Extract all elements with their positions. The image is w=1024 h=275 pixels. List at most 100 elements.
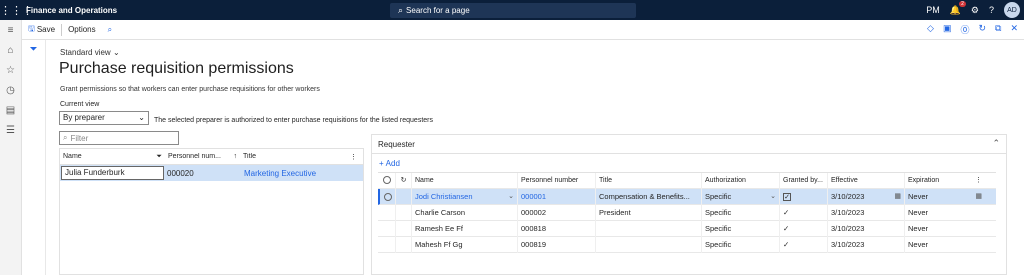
column-header-expiration[interactable]: Expiration ⋮ (905, 173, 985, 189)
home-icon[interactable]: ⌂ (0, 40, 21, 60)
current-view-note: The selected preparer is authorized to e… (154, 117, 433, 124)
name-cell[interactable]: Jodi Christiansen ⌄ (412, 188, 518, 205)
row-select-radio[interactable] (380, 188, 396, 205)
chevron-down-icon: ⌄ (138, 113, 145, 122)
personnel-cell[interactable]: 000819 (518, 236, 596, 253)
open-new-window-icon[interactable]: ⧉ (995, 23, 1001, 36)
page-title: Purchase requisition permissions (59, 60, 294, 77)
options-tab[interactable]: Options (62, 20, 102, 40)
title-cell: Compensation & Benefits... (596, 188, 702, 205)
modules-icon[interactable]: ☰ (0, 120, 21, 140)
save-icon: 🖫 (28, 23, 35, 33)
title-cell[interactable]: Marketing Executive (241, 169, 361, 178)
refresh-icon[interactable]: ↻ (396, 172, 412, 189)
authorization-cell[interactable]: Specific (702, 204, 780, 221)
calendar-icon: ▦ (975, 192, 982, 200)
name-cell[interactable]: Ramesh Ee Ff (412, 220, 518, 237)
select-all-radio[interactable] (378, 172, 396, 189)
column-header-effective[interactable]: Effective (828, 172, 905, 189)
power-apps-icon[interactable]: ◇ (927, 23, 934, 36)
recent-icon[interactable]: ◷ (0, 80, 21, 100)
notifications-icon[interactable]: 🔔 2 (950, 0, 966, 16)
name-cell[interactable]: Julia Funderburk (61, 166, 164, 180)
chevron-up-icon[interactable]: ⌃ (992, 138, 1000, 149)
favorites-icon[interactable]: ☆ (0, 60, 21, 80)
view-name: Standard view (60, 48, 111, 57)
row-spacer (396, 220, 412, 237)
column-header-personnel[interactable]: Personnel num... ↑ (165, 153, 240, 160)
expiration-cell[interactable]: Never (905, 205, 985, 221)
column-header-personnel[interactable]: Personnel number (518, 172, 596, 189)
authorization-cell[interactable]: Specific ⌄ (702, 188, 780, 205)
column-header-name[interactable]: Name (412, 172, 518, 189)
authorization-cell[interactable]: Specific (702, 236, 780, 253)
row-select[interactable] (378, 220, 396, 237)
current-view-select[interactable]: By preparer ⌄ (59, 111, 149, 125)
filter-icon[interactable]: ⏷ (22, 44, 45, 55)
add-label: Add (385, 158, 400, 168)
personnel-cell[interactable]: 000002 (518, 204, 596, 221)
app-name[interactable]: Finance and Operations (26, 6, 117, 15)
add-button[interactable]: + Add (372, 154, 1006, 172)
row-spacer (396, 204, 412, 221)
menu-icon[interactable]: ≡ (0, 20, 21, 40)
search-icon: ⌕ (63, 133, 68, 142)
chevron-down-icon: ⌄ (112, 48, 120, 57)
effective-cell[interactable]: 3/10/2023 (828, 236, 905, 253)
filter-input[interactable]: ⌕ Filter (59, 131, 179, 145)
view-selector[interactable]: Standard view ⌄ (60, 48, 120, 57)
workspaces-icon[interactable]: ▤ (0, 100, 21, 120)
expiration-cell[interactable]: Never ▦ (905, 189, 985, 205)
search-icon[interactable]: ⌕ (102, 20, 118, 40)
top-navigation-bar: ⋮⋮⋮ Finance and Operations ⌕ Search for … (0, 0, 1024, 20)
office-icon[interactable]: ▣ (943, 23, 952, 36)
plus-icon: + (379, 158, 384, 168)
avatar[interactable]: AD (1004, 2, 1020, 18)
table-row[interactable]: Julia Funderburk 000020 Marketing Execut… (60, 165, 363, 181)
name-cell[interactable]: Mahesh Ff Gg (412, 236, 518, 253)
expiration-cell[interactable]: Never (905, 237, 985, 253)
effective-cell[interactable]: 3/10/2023 (828, 220, 905, 237)
requester-header[interactable]: Requester ⌃ (372, 135, 1006, 154)
personnel-cell[interactable]: 000001 (518, 188, 596, 205)
company-picker[interactable]: PM (926, 5, 940, 15)
refresh-icon[interactable]: ↻ (978, 23, 986, 36)
granted-check-icon: ✓ (780, 236, 828, 253)
column-header-name[interactable]: Name ⏷ (60, 153, 165, 161)
chevron-down-icon: ⌄ (770, 192, 776, 200)
column-header-granted[interactable]: Granted by... (780, 172, 828, 189)
requester-title: Requester (378, 139, 415, 149)
row-spacer (396, 236, 412, 253)
effective-cell[interactable]: 3/10/2023 (828, 204, 905, 221)
granted-checkbox[interactable]: ✓ (780, 188, 828, 205)
personnel-cell[interactable]: 000020 (164, 169, 241, 178)
column-header-title[interactable]: Title (596, 172, 702, 189)
help-icon[interactable]: ? (989, 5, 994, 15)
action-pane: 🖫 Save Options ⌕ ◇ ▣ ⓪ ↻ ⧉ ✕ (22, 20, 1024, 40)
attachments-icon[interactable]: ⓪ (960, 23, 969, 36)
calendar-icon: ▦ (894, 192, 901, 200)
row-spacer (396, 188, 412, 205)
column-header-authorization[interactable]: Authorization (702, 172, 780, 189)
save-button[interactable]: 🖫 Save (22, 20, 61, 40)
effective-cell[interactable]: 3/10/2023 ▦ (828, 188, 905, 205)
navigation-pane: ≡ ⌂ ☆ ◷ ▤ ☰ (0, 20, 22, 275)
current-view-label: Current view (60, 101, 100, 108)
page-description: Grant permissions so that workers can en… (60, 86, 320, 93)
row-select[interactable] (378, 236, 396, 253)
authorization-cell[interactable]: Specific (702, 220, 780, 237)
column-header-title[interactable]: Title ⋮ (240, 153, 360, 161)
settings-icon[interactable]: ⚙ (971, 5, 979, 16)
table-row[interactable]: Ramesh Ee Ff 000818 Specific ✓ 3/10/2023… (378, 220, 996, 237)
row-select[interactable] (378, 204, 396, 221)
table-row[interactable]: Charlie Carson 000002 President Specific… (378, 204, 996, 221)
table-row[interactable]: Jodi Christiansen ⌄ 000001 Compensation &… (378, 188, 996, 205)
personnel-cell[interactable]: 000818 (518, 220, 596, 237)
search-box[interactable]: ⌕ Search for a page (390, 3, 636, 18)
expiration-cell[interactable]: Never (905, 221, 985, 237)
table-row[interactable]: Mahesh Ff Gg 000819 Specific ✓ 3/10/2023… (378, 236, 996, 253)
filter-icon: ⏷ (156, 152, 162, 160)
app-launcher-icon[interactable]: ⋮⋮⋮ (0, 4, 33, 17)
name-cell[interactable]: Charlie Carson (412, 204, 518, 221)
close-icon[interactable]: ✕ (1010, 23, 1018, 36)
